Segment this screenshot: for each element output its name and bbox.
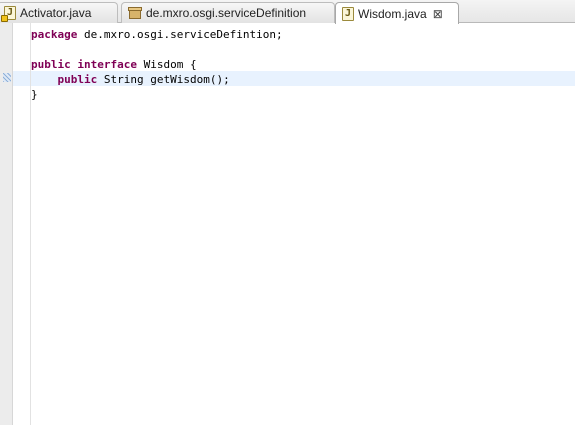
tab-activator-java[interactable]: J Activator.java — [0, 2, 118, 23]
code-text: } — [31, 88, 38, 101]
close-icon[interactable]: ⊠ — [433, 8, 443, 20]
keyword: public — [31, 58, 71, 71]
editor-tab-bar: J Activator.java de.mxro.osgi.serviceDef… — [0, 0, 575, 24]
keyword: public — [57, 73, 98, 86]
tab-label: de.mxro.osgi.serviceDefinition — [146, 6, 307, 20]
code-editor[interactable]: package de.mxro.osgi.serviceDefintion; p… — [0, 23, 575, 425]
java-file-warning-icon: J — [1, 6, 16, 22]
tab-service-definition-package[interactable]: de.mxro.osgi.serviceDefinition — [121, 2, 335, 23]
code-line-4: public String getWisdom(); — [31, 72, 283, 87]
code-text: String getWisdom(); — [97, 73, 230, 86]
code-text: de.mxro.osgi.serviceDefintion; — [77, 28, 283, 41]
java-file-icon: J — [342, 6, 354, 21]
code-line-5: } — [31, 87, 283, 102]
code-line-1: package de.mxro.osgi.serviceDefintion; — [31, 27, 283, 42]
tab-wisdom-java[interactable]: J Wisdom.java ⊠ — [335, 2, 459, 24]
keyword: package — [31, 28, 78, 41]
code-text: Wisdom { — [136, 58, 197, 71]
occurrence-marker-icon — [3, 73, 11, 82]
code-line-3: public interface Wisdom { — [31, 57, 283, 72]
package-icon — [128, 6, 142, 20]
keyword: interface — [77, 58, 137, 71]
tab-label: Wisdom.java — [358, 6, 427, 21]
vertical-ruler — [0, 23, 13, 425]
source-code[interactable]: package de.mxro.osgi.serviceDefintion; p… — [31, 27, 283, 102]
tab-label: Activator.java — [20, 6, 92, 20]
